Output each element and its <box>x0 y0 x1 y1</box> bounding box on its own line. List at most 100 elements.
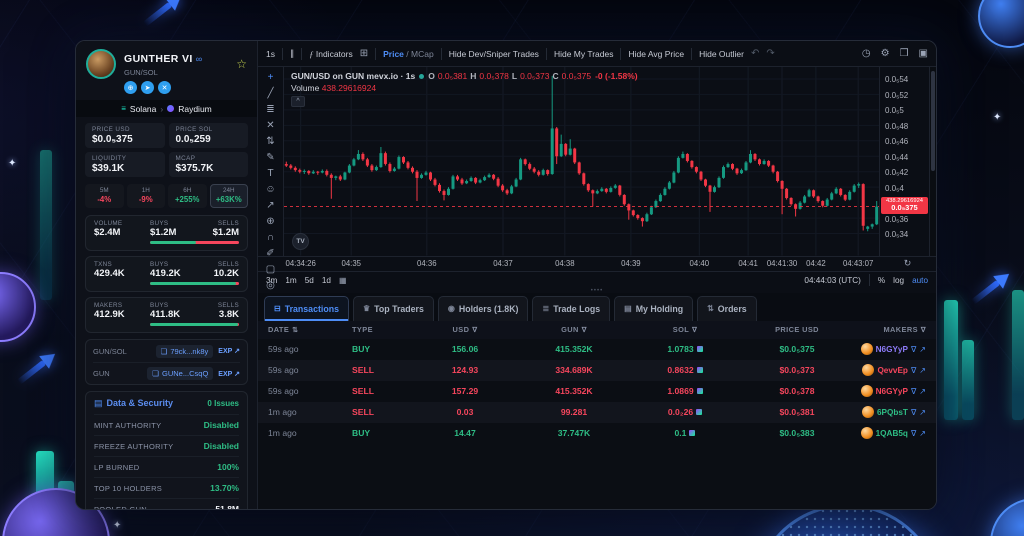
trend-line-icon[interactable]: ╱ <box>267 89 273 99</box>
window-scrollbar[interactable] <box>929 67 936 256</box>
clock-readout[interactable]: 04:44:03 (UTC) <box>804 276 860 285</box>
change-readout: -0 (-1.58%) <box>595 71 638 81</box>
interval-button[interactable]: 1s <box>266 49 275 59</box>
tx-type: BUY <box>352 428 371 438</box>
col-gun[interactable]: GUN ∇ <box>516 325 632 334</box>
twitter-icon[interactable]: ✕ <box>158 81 171 94</box>
xabcd-pattern-icon[interactable]: ✕ <box>266 121 274 131</box>
redo-icon[interactable]: ↷ <box>766 48 774 59</box>
table-row[interactable]: 59s ago SELL 157.29 415.352K 1.0869 $0.0… <box>258 381 936 402</box>
tab-orders[interactable]: ⇅ Orders <box>697 295 757 321</box>
draw-mode-icon[interactable]: ✐ <box>266 249 274 259</box>
tab-top-traders[interactable]: ♛ Top Traders <box>352 295 434 321</box>
hide-outlier-button[interactable]: Hide Outlier <box>699 49 744 59</box>
issues-badge: 0 Issues <box>207 398 239 408</box>
telegram-icon[interactable]: ➤ <box>141 81 154 94</box>
settings-gear-icon[interactable]: ⚙ <box>881 48 890 59</box>
tx-date: 59s ago <box>268 344 299 354</box>
maker-avatar <box>861 406 874 418</box>
tab-holders[interactable]: ◉ Holders (1.8K) <box>437 295 529 321</box>
undo-icon[interactable]: ↶ <box>751 48 759 59</box>
explorer-link[interactable]: EXP ↗ <box>218 347 240 355</box>
ohlc-readout: O 0.0₅381 H 0.0₅378 L 0.0₅373 C 0.0₅375 <box>428 71 592 81</box>
filter-icon: ∇ <box>910 428 917 438</box>
copy-address-button[interactable]: ❏ GUNe...CsqQ <box>147 367 214 380</box>
col-date[interactable]: DATE ⇅ <box>268 325 352 334</box>
fib-retracement-icon[interactable]: ≣ <box>266 105 274 115</box>
chart-plot[interactable]: GUN/USD on GUN mevx.io · 1s O 0.0₅381 H 0.… <box>284 67 879 256</box>
col-sol[interactable]: SOL ∇ <box>632 325 738 334</box>
measure-icon[interactable]: ↗ <box>266 201 274 211</box>
timeframe-5m[interactable]: 5M -4% <box>85 184 124 208</box>
tx-date: 59s ago <box>268 365 299 375</box>
tx-maker[interactable]: 6PQbsT ∇ ↗ <box>856 406 926 418</box>
alert-icon[interactable]: ◷ <box>862 48 871 59</box>
buy-sell-bar <box>150 323 239 326</box>
col-makers[interactable]: MAKERS ∇ <box>856 325 926 334</box>
table-row[interactable]: 1m ago SELL 0.03 99.281 0.0₂26 $0.0₅381 … <box>258 401 936 423</box>
time-axis[interactable]: 04:34:26 04:35 04:36 04:37 04:38 04:39 04:40 04… <box>284 257 879 271</box>
breadcrumb-dex[interactable]: Raydium <box>178 104 212 114</box>
candle-style-icon[interactable]: ∥ <box>290 48 294 59</box>
tx-maker[interactable]: 1QAB5q ∇ ↗ <box>856 427 926 439</box>
indicators-button[interactable]: ƒ Indicators <box>309 49 352 59</box>
website-icon[interactable]: ⊕ <box>124 81 137 94</box>
table-row[interactable]: 1m ago BUY 14.47 37.747K 0.1 $0.0₅383 1Q… <box>258 423 936 444</box>
range-1d-button[interactable]: 1d <box>322 276 331 285</box>
scrollbar-thumb[interactable] <box>931 71 935 171</box>
favorite-star-icon[interactable]: ☆ <box>236 57 247 71</box>
snapshot-camera-icon[interactable]: ▣ <box>919 48 928 59</box>
coin-graphic <box>978 0 1024 48</box>
copy-address-button[interactable]: ❏ 79ck...nk8y <box>155 344 214 358</box>
col-price-usd[interactable]: PRICE USD <box>738 325 856 334</box>
long-short-position-icon[interactable]: ⇅ <box>266 137 274 147</box>
collapse-pane-button[interactable]: ^ <box>291 96 305 107</box>
tradingview-logo[interactable]: TV <box>292 232 309 250</box>
col-type[interactable]: TYPE <box>352 325 414 334</box>
log-scale-button[interactable]: log <box>893 276 904 285</box>
table-row[interactable]: 59s ago SELL 124.93 334.689K 0.8632 $0.0… <box>258 359 936 381</box>
timeframe-6h[interactable]: 6H +255% <box>168 184 207 208</box>
price-tick: 0.0₅48 <box>885 121 909 131</box>
price-axis[interactable]: 438.29616924 0.0₅375 0.0₅54 0.0₅52 0.0₅5 0.… <box>879 67 929 256</box>
hide-avg-price-button[interactable]: Hide Avg Price <box>628 49 684 59</box>
timeframe-24h[interactable]: 24H +63K% <box>209 184 248 208</box>
range-1m-button[interactable]: 1m <box>285 276 296 285</box>
range-5d-button[interactable]: 5d <box>305 276 314 285</box>
hide-dev-sniper-button[interactable]: Hide Dev/Sniper Trades <box>449 49 539 59</box>
auto-scale-button[interactable]: auto <box>912 276 928 285</box>
price-tick: 0.0₅36 <box>885 214 909 224</box>
price-mcap-toggle[interactable]: Price / MCap <box>383 49 434 59</box>
table-row[interactable]: 59s ago BUY 156.06 415.352K 1.0783 $0.0₅… <box>258 339 936 360</box>
tx-maker[interactable]: QevvEp ∇ ↗ <box>856 364 926 376</box>
tab-transactions[interactable]: ⊟ Transactions <box>264 295 349 321</box>
time-tick: 04:38 <box>555 258 575 268</box>
text-icon[interactable]: T <box>267 169 273 179</box>
go-to-realtime-icon[interactable]: ↻ <box>904 258 912 269</box>
tab-trade-logs[interactable]: ≣ Trade Logs <box>532 295 611 321</box>
fullscreen-icon[interactable]: ❒ <box>900 48 909 59</box>
zoom-in-icon[interactable]: ⊕ <box>266 217 274 227</box>
brush-icon[interactable]: ✎ <box>266 153 274 163</box>
security-title[interactable]: Data & Security <box>107 398 208 408</box>
pane-resize-handle[interactable]: •••• <box>258 288 936 294</box>
emoji-icon[interactable]: ☺ <box>265 185 275 195</box>
time-tick: 04:34:26 <box>285 258 316 268</box>
price-tick: 0.0₅54 <box>885 75 909 84</box>
col-usd[interactable]: USD ∇ <box>414 325 516 334</box>
breadcrumb-chain[interactable]: Solana <box>130 104 156 114</box>
tab-my-holding[interactable]: ▤ My Holding <box>614 295 694 321</box>
calendar-icon[interactable]: ▦ <box>339 275 347 285</box>
explorer-link[interactable]: EXP ↗ <box>218 370 240 378</box>
tx-maker[interactable]: N6GYyP ∇ ↗ <box>856 385 926 397</box>
percent-scale-button[interactable]: % <box>878 276 885 285</box>
link-icon[interactable]: ∞ <box>196 54 202 64</box>
crosshair-icon[interactable]: + <box>268 73 274 83</box>
timeframe-1h[interactable]: 1H -9% <box>126 184 165 208</box>
layout-grid-icon[interactable]: ⊞ <box>360 48 368 59</box>
magnet-icon[interactable]: ∩ <box>267 233 274 243</box>
lock-all-icon[interactable]: ▢ <box>266 265 275 275</box>
tx-maker[interactable]: N6GYyP ∇ ↗ <box>856 343 926 355</box>
hide-my-trades-button[interactable]: Hide My Trades <box>554 49 614 59</box>
stat-price-usd: PRICE USD $0.0₅375 <box>85 123 165 148</box>
